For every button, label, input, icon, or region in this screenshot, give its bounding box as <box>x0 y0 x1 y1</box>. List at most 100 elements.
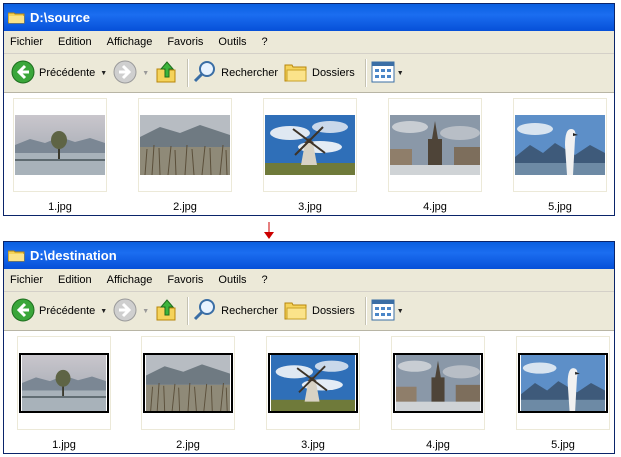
file-name: 2.jpg <box>173 201 197 213</box>
menu-help[interactable]: ? <box>262 36 268 48</box>
file-name: 4.jpg <box>426 439 450 451</box>
folder-icon <box>7 11 25 24</box>
views-icon <box>371 299 395 324</box>
toolbar-separator <box>364 297 367 325</box>
menu-favoris[interactable]: Favoris <box>167 274 203 286</box>
file-item[interactable]: 1.jpg <box>13 98 107 213</box>
file-name: 3.jpg <box>298 201 322 213</box>
window-title: D:\source <box>30 10 90 25</box>
back-label: Précédente <box>39 67 96 79</box>
thumbnail-frame <box>391 336 485 430</box>
title-bar[interactable]: D:\destination <box>4 242 614 269</box>
search-icon <box>193 60 217 87</box>
file-item[interactable]: 4.jpg <box>391 336 485 451</box>
menu-outils[interactable]: Outils <box>218 274 246 286</box>
views-button[interactable]: ▼ <box>371 296 404 326</box>
folders-button[interactable]: Dossiers <box>284 296 355 326</box>
search-icon <box>193 298 217 325</box>
up-folder-button[interactable] <box>155 58 177 88</box>
swan-mountains-photo <box>515 115 605 175</box>
file-item[interactable]: 2.jpg <box>138 98 232 213</box>
forward-arrow-icon <box>113 60 137 87</box>
back-button[interactable]: Précédente ▼ <box>11 296 107 326</box>
toolbar-separator <box>187 59 190 87</box>
folder-icon <box>7 249 25 262</box>
up-folder-button[interactable] <box>155 296 177 326</box>
windmill-photo <box>268 353 358 413</box>
search-button[interactable]: Rechercher <box>193 58 278 88</box>
file-item[interactable]: 3.jpg <box>266 336 360 451</box>
dropdown-arrow-icon[interactable]: ▼ <box>397 308 404 315</box>
lake-tree-photo <box>15 115 105 175</box>
menu-bar: Fichier Edition Affichage Favoris Outils… <box>4 269 614 292</box>
views-button[interactable]: ▼ <box>371 58 404 88</box>
menu-favoris[interactable]: Favoris <box>167 36 203 48</box>
menu-fichier[interactable]: Fichier <box>10 36 43 48</box>
file-item[interactable]: 3.jpg <box>263 98 357 213</box>
file-name: 5.jpg <box>548 201 572 213</box>
thumbnail-frame <box>17 336 111 430</box>
menu-fichier[interactable]: Fichier <box>10 274 43 286</box>
file-item[interactable]: 4.jpg <box>388 98 482 213</box>
file-item[interactable]: 2.jpg <box>141 336 235 451</box>
dropdown-arrow-icon[interactable]: ▼ <box>100 70 107 77</box>
folders-label: Dossiers <box>312 67 355 79</box>
back-arrow-icon <box>11 60 35 87</box>
search-button[interactable]: Rechercher <box>193 296 278 326</box>
thumbnail-frame <box>513 98 607 192</box>
forward-button[interactable]: ▼ <box>113 58 149 88</box>
swan-mountains-photo <box>518 353 608 413</box>
toolbar-separator <box>187 297 190 325</box>
menu-outils[interactable]: Outils <box>218 36 246 48</box>
toolbar: Précédente ▼ ▼ Rechercher Dossiers ▼ <box>4 292 614 331</box>
source-window: D:\source Fichier Edition Affichage Favo… <box>3 3 615 216</box>
lake-tree-photo <box>19 353 109 413</box>
down-arrow-icon <box>264 222 274 239</box>
window-title: D:\destination <box>30 248 117 263</box>
windmill-photo <box>265 115 355 175</box>
file-item[interactable]: 1.jpg <box>17 336 111 451</box>
back-label: Précédente <box>39 305 96 317</box>
file-item[interactable]: 5.jpg <box>516 336 610 451</box>
file-name: 1.jpg <box>52 439 76 451</box>
file-name: 1.jpg <box>48 201 72 213</box>
thumbnail-frame <box>388 98 482 192</box>
back-arrow-icon <box>11 298 35 325</box>
menu-edition[interactable]: Edition <box>58 36 92 48</box>
dropdown-arrow-icon[interactable]: ▼ <box>397 70 404 77</box>
file-item[interactable]: 5.jpg <box>513 98 607 213</box>
search-label: Rechercher <box>221 305 278 317</box>
menu-help[interactable]: ? <box>262 274 268 286</box>
thumbnail-frame <box>141 336 235 430</box>
dropdown-arrow-icon[interactable]: ▼ <box>100 308 107 315</box>
thumbnail-frame <box>516 336 610 430</box>
file-name: 5.jpg <box>551 439 575 451</box>
toolbar: Précédente ▼ ▼ Rechercher Dossiers ▼ <box>4 54 614 93</box>
title-bar[interactable]: D:\source <box>4 4 614 31</box>
cathedral-square-photo <box>393 353 483 413</box>
dropdown-arrow-icon[interactable]: ▼ <box>142 308 149 315</box>
forward-arrow-icon <box>113 298 137 325</box>
menu-affichage[interactable]: Affichage <box>107 36 153 48</box>
search-label: Rechercher <box>221 67 278 79</box>
folders-label: Dossiers <box>312 305 355 317</box>
up-folder-icon <box>155 60 177 87</box>
file-view: 1.jpg 2.jpg 3.jpg 4.jpg 5.jpg <box>4 93 614 217</box>
file-view: 1.jpg 2.jpg 3.jpg 4.jpg 5.jpg <box>4 331 614 455</box>
reeds-lake-photo <box>140 115 230 175</box>
folders-button[interactable]: Dossiers <box>284 58 355 88</box>
menu-affichage[interactable]: Affichage <box>107 274 153 286</box>
cathedral-square-photo <box>390 115 480 175</box>
forward-button[interactable]: ▼ <box>113 296 149 326</box>
thumbnail-frame <box>266 336 360 430</box>
views-icon <box>371 61 395 86</box>
file-name: 2.jpg <box>176 439 200 451</box>
back-button[interactable]: Précédente ▼ <box>11 58 107 88</box>
menu-edition[interactable]: Edition <box>58 274 92 286</box>
menu-bar: Fichier Edition Affichage Favoris Outils… <box>4 31 614 54</box>
folders-icon <box>284 299 308 324</box>
destination-window: D:\destination Fichier Edition Affichage… <box>3 241 615 454</box>
up-folder-icon <box>155 298 177 325</box>
thumbnail-frame <box>263 98 357 192</box>
dropdown-arrow-icon[interactable]: ▼ <box>142 70 149 77</box>
